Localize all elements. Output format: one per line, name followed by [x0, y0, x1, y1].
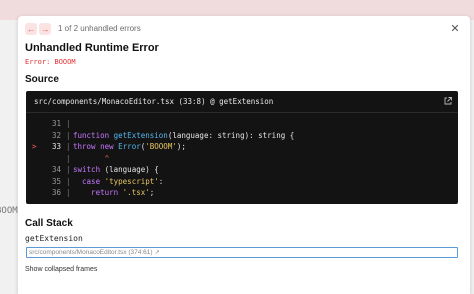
- code-token: new: [100, 142, 119, 151]
- code-token: ^: [73, 153, 110, 163]
- error-message: Error: BOOOM: [25, 58, 76, 66]
- close-button[interactable]: ✕: [448, 22, 462, 36]
- gutter-separator: |: [66, 130, 71, 140]
- code-line: >33 | throw new Error('BOOOM');: [26, 141, 458, 153]
- gutter-separator: |: [66, 176, 71, 186]
- error-count: 1 of 2 unhandled errors: [58, 24, 141, 33]
- line-number: 31: [51, 119, 61, 128]
- stack-frame-file-label: src/components/MonacoEditor.tsx (374:61): [29, 249, 153, 256]
- open-in-editor-icon[interactable]: [443, 96, 453, 106]
- code-token: 'BOOOM': [145, 142, 177, 151]
- code-line: 34 | switch (language) {: [26, 164, 458, 176]
- code-line: 32 | function getExtension(language: strin…: [26, 130, 458, 142]
- dialog-header: ← → 1 of 2 unhandled errors ✕: [18, 16, 470, 42]
- code-token: function: [73, 130, 114, 140]
- source-code-frame: src/components/MonacoEditor.tsx (33:8) @…: [26, 91, 458, 204]
- code-line: 35 | case 'typescript':: [26, 176, 458, 188]
- line-number: 36: [51, 188, 61, 197]
- code-token: (language) {: [104, 165, 159, 174]
- source-heading: Source: [25, 74, 59, 85]
- code-token: 'typescript': [104, 176, 159, 186]
- code-token: case: [73, 176, 105, 186]
- show-collapsed-frames-button[interactable]: Show collapsed frames: [25, 266, 97, 273]
- source-file-reference[interactable]: src/components/MonacoEditor.tsx (33:8) @…: [34, 97, 273, 106]
- previous-error-button[interactable]: ←: [25, 23, 37, 35]
- external-link-icon: ↗: [154, 250, 160, 256]
- code-token: );: [176, 142, 186, 151]
- code-token: Error: [118, 142, 141, 151]
- code-line: | ^: [26, 153, 458, 165]
- line-code: return '.tsx';: [73, 187, 154, 199]
- arrow-left-icon: ←: [26, 24, 36, 34]
- code-token: (language: string): string {: [167, 130, 295, 140]
- gutter-separator: |: [66, 119, 71, 128]
- error-dialog: ← → 1 of 2 unhandled errors ✕ Unhandled …: [18, 16, 470, 294]
- code-token: return: [73, 188, 123, 197]
- code-line: 31 |: [26, 118, 458, 130]
- code-line: 36 | return '.tsx';: [26, 187, 458, 199]
- code-token: :: [158, 176, 164, 186]
- line-number: 35: [51, 176, 61, 186]
- call-stack-heading: Call Stack: [25, 218, 73, 229]
- line-code: case 'typescript':: [73, 176, 163, 188]
- code-lines: 31 | 32 | function getExtension(language: st…: [26, 118, 458, 199]
- error-line-marker: >: [32, 142, 37, 151]
- error-title: Unhandled Runtime Error: [25, 42, 159, 54]
- line-number: 33: [51, 142, 61, 151]
- code-frame-header: src/components/MonacoEditor.tsx (33:8) @…: [26, 91, 458, 113]
- code-token: throw: [73, 142, 101, 151]
- stack-frame-function: getExtension: [25, 234, 83, 243]
- stack-frame-file-link[interactable]: src/components/MonacoEditor.tsx (374:61)…: [26, 247, 458, 258]
- line-code: throw new Error('BOOOM');: [73, 141, 186, 153]
- next-error-button[interactable]: →: [39, 23, 51, 35]
- line-code: switch (language) {: [73, 164, 159, 176]
- arrow-right-icon: →: [40, 24, 50, 34]
- gutter-separator: |: [66, 188, 71, 197]
- code-token: switch: [73, 165, 105, 174]
- code-token: ;: [149, 188, 155, 197]
- gutter-separator: |: [66, 142, 71, 151]
- code-token: getExtension: [113, 130, 168, 140]
- backdrop-text-fragment: BOOM: [0, 206, 18, 216]
- close-icon: ✕: [450, 23, 460, 35]
- line-code: function getExtension(language: string):…: [73, 130, 294, 142]
- line-number: 32: [51, 130, 61, 140]
- gutter-separator: |: [66, 153, 71, 163]
- line-code: ^: [73, 153, 110, 165]
- line-number: 34: [51, 165, 61, 174]
- gutter-separator: |: [66, 165, 71, 174]
- code-token: '.tsx': [122, 188, 150, 197]
